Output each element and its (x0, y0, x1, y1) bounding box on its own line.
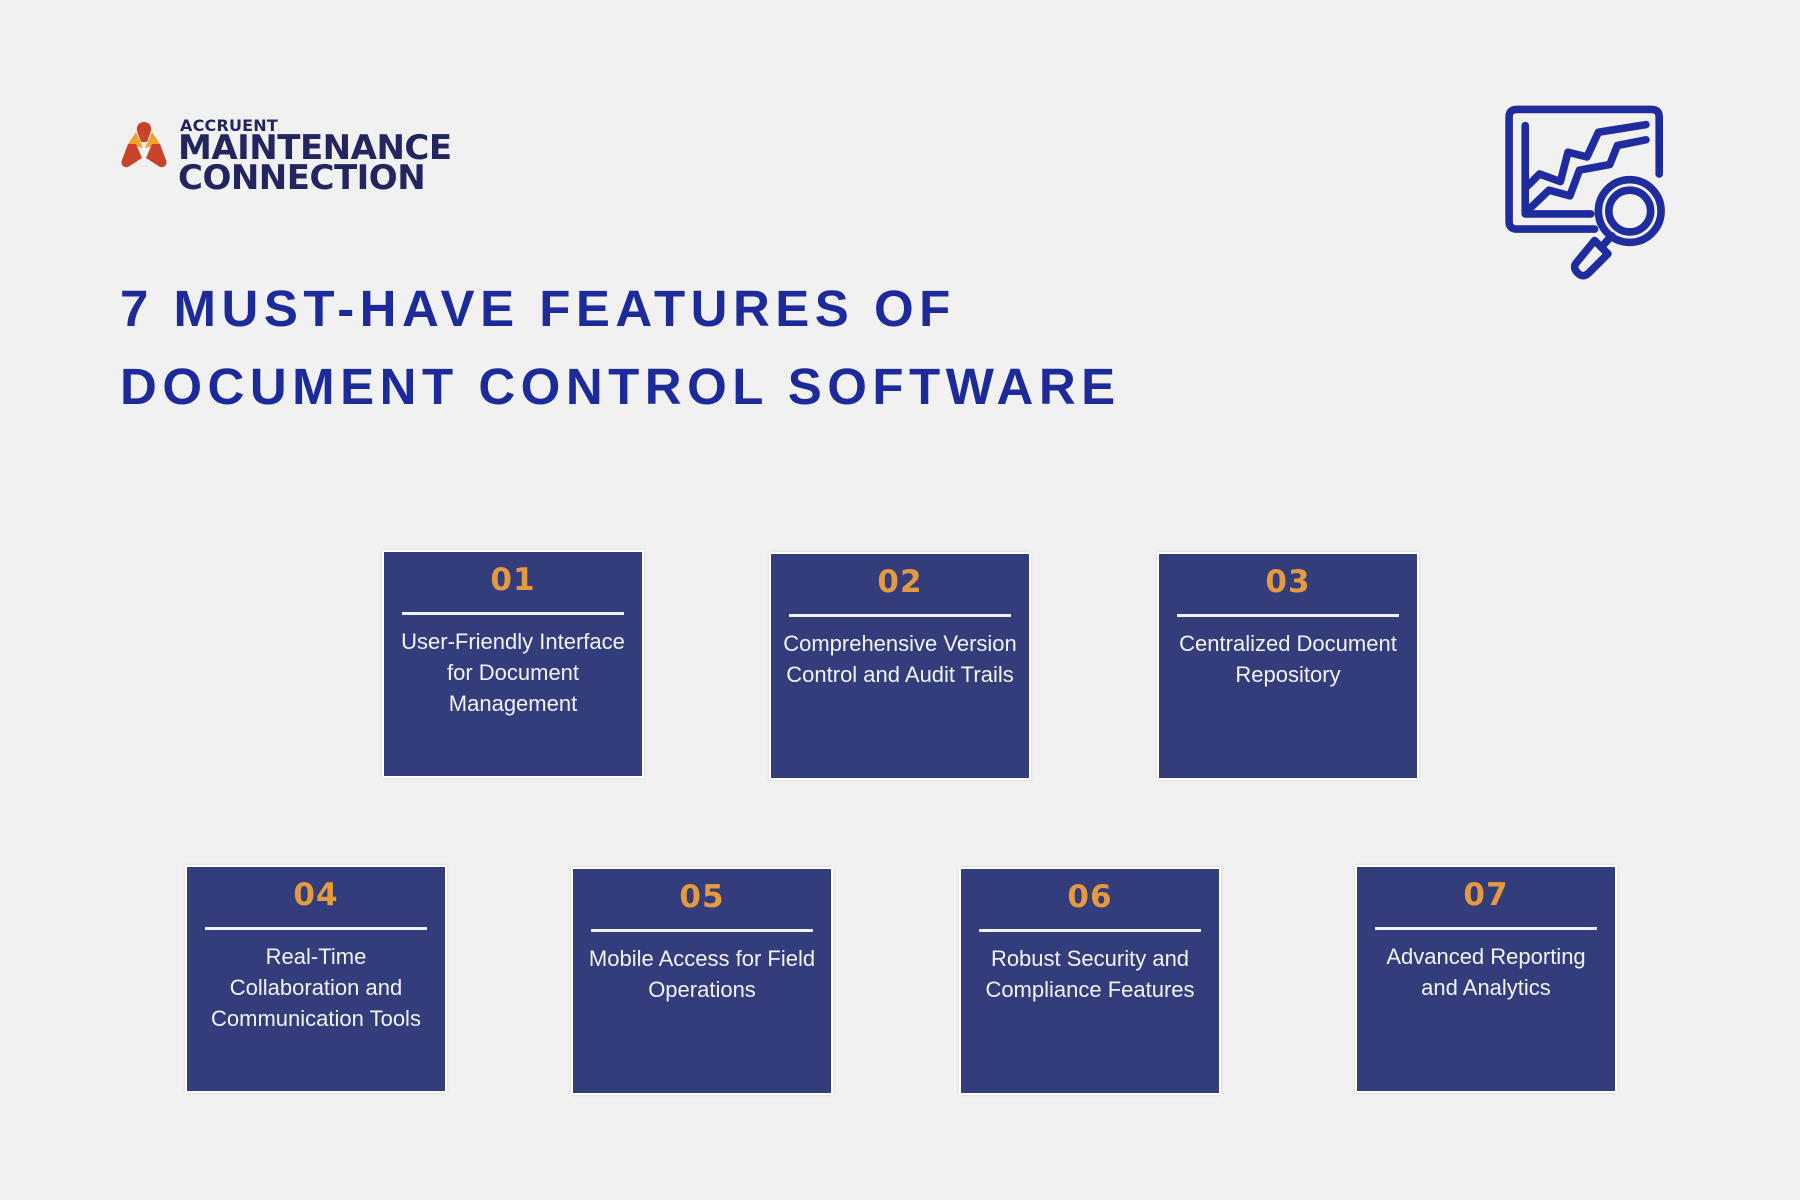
feature-number: 06 (1067, 879, 1113, 915)
feature-text: User-Friendly Interface for Document Man… (401, 629, 625, 716)
feature-number: 04 (293, 877, 339, 913)
feature-number: 01 (490, 562, 536, 598)
feature-card-01: 01 User-Friendly Interface for Document … (384, 552, 642, 776)
page-title-line-1: 7 MUST-HAVE FEATURES OF (120, 280, 956, 337)
feature-text: Mobile Access for Field Operations (588, 946, 816, 1002)
page-title: 7 MUST-HAVE FEATURES OF DOCUMENT CONTROL… (120, 270, 1121, 426)
brand-logo: ACCRUENT MAINTENANCE CONNECTION (118, 116, 458, 200)
feature-text: Robust Security and Compliance Features (985, 946, 1195, 1002)
feature-divider (402, 612, 624, 615)
accruent-logo-mark-icon (121, 122, 167, 168)
page-title-line-2: DOCUMENT CONTROL SOFTWARE (120, 358, 1121, 415)
feature-number: 07 (1463, 877, 1509, 913)
feature-divider (1177, 614, 1399, 617)
feature-card-07: 07 Advanced Reporting and Analytics (1357, 867, 1615, 1091)
chart-magnifier-icon (1505, 105, 1665, 280)
logo-connection-text: CONNECTION (178, 158, 426, 198)
feature-text: Real-Time Collaboration and Communicatio… (211, 944, 421, 1031)
feature-number: 05 (679, 879, 725, 915)
feature-card-06: 06 Robust Security and Compliance Featur… (961, 869, 1219, 1093)
feature-text: Centralized Document Repository (1179, 631, 1397, 687)
feature-card-03: 03 Centralized Document Repository (1159, 554, 1417, 778)
feature-number: 02 (877, 564, 923, 600)
feature-text: Advanced Reporting and Analytics (1386, 944, 1586, 1000)
feature-divider (205, 927, 427, 930)
feature-card-05: 05 Mobile Access for Field Operations (573, 869, 831, 1093)
feature-divider (979, 929, 1201, 932)
feature-divider (789, 614, 1011, 617)
feature-divider (591, 929, 813, 932)
feature-card-04: 04 Real-Time Collaboration and Communica… (187, 867, 445, 1091)
feature-number: 03 (1265, 564, 1311, 600)
feature-text: Comprehensive Version Control and Audit … (783, 631, 1017, 687)
feature-divider (1375, 927, 1597, 930)
feature-card-02: 02 Comprehensive Version Control and Aud… (771, 554, 1029, 778)
